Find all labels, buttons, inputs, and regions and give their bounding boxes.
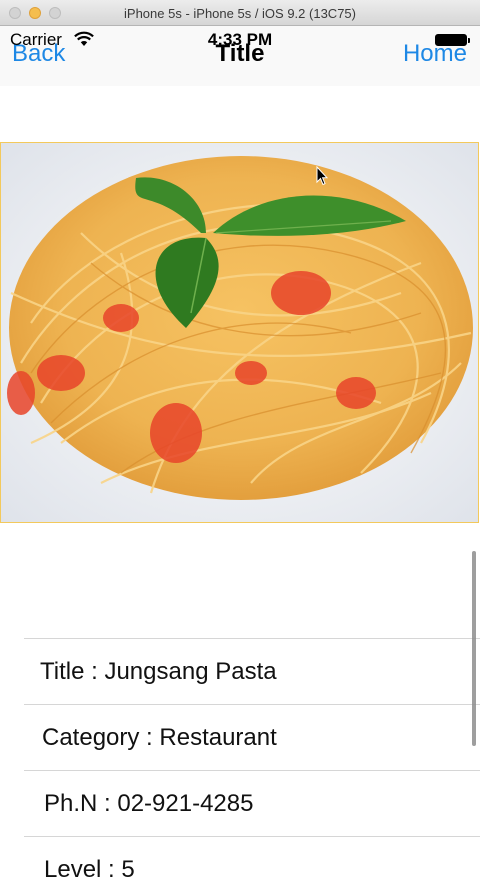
detail-row-level[interactable]: Level : 5 [24,836,480,877]
scroll-indicator[interactable] [472,551,476,746]
status-time: 4:33 PM [207,30,273,49]
detail-level-text: Level : 5 [44,856,135,877]
restaurant-photo [0,142,479,523]
detail-row-category[interactable]: Category : Restaurant [24,704,480,770]
detail-row-title[interactable]: Title : Jungsang Pasta [24,638,480,704]
ios-screen: Back Title Home Carrier 4:33 PM Title: … [0,26,480,877]
pasta-image [1,143,478,522]
mouse-cursor-icon [316,166,328,186]
window-title: iPhone 5s - iPhone 5s / iOS 9.2 (13C75) [124,6,356,21]
detail-category-text: Category : Restaurant [42,724,277,751]
detail-list: Title : Jungsang Pasta Category : Restau… [24,638,480,877]
detail-phone-text: Ph.N : 02-921-4285 [44,790,254,817]
status-bar: Carrier 4:33 PM [0,26,480,52]
simulator-titlebar: iPhone 5s - iPhone 5s / iOS 9.2 (13C75) [0,0,480,26]
battery-icon [435,34,470,46]
detail-title-text: Title : Jungsang Pasta [40,658,277,685]
detail-row-phone[interactable]: Ph.N : 02-921-4285 [24,770,480,836]
